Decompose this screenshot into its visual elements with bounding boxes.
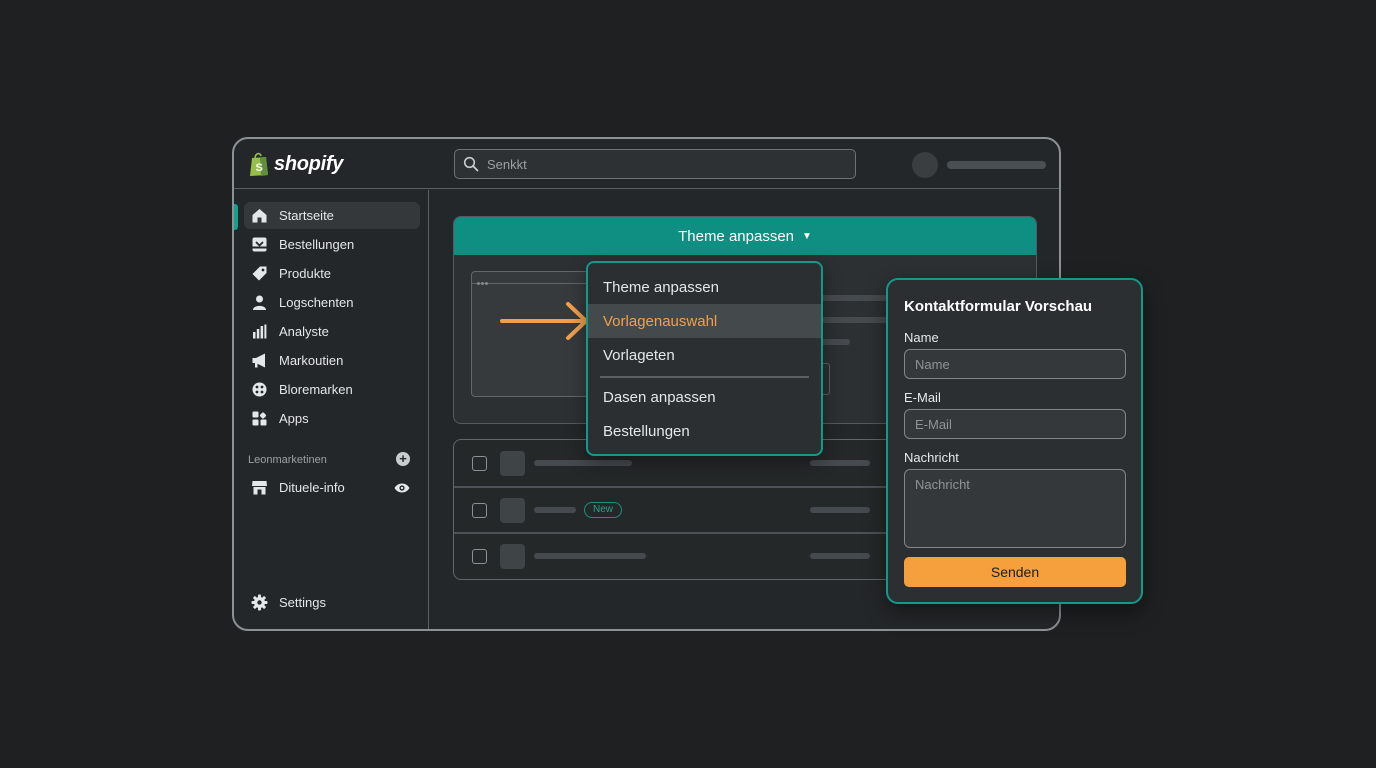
sidebar-item-apps[interactable]: Apps	[244, 405, 420, 432]
shopify-logo[interactable]: S shopify	[248, 151, 343, 177]
preview-window-bar	[472, 272, 588, 285]
sidebar-item-label: Settings	[279, 595, 326, 610]
message-label: Nachricht	[904, 450, 959, 465]
sidebar-item-label: Bestellungen	[279, 237, 355, 252]
search-input[interactable]	[487, 156, 827, 172]
search-bar[interactable]	[454, 149, 856, 179]
row-checkbox[interactable]	[472, 502, 487, 518]
menu-divider	[600, 376, 809, 378]
row-title-placeholder	[534, 553, 646, 559]
sidebar-item-label: Apps	[279, 411, 309, 426]
sidebar-item-label: Analyste	[279, 324, 329, 339]
sidebar-item-label: Bloremarken	[279, 382, 353, 397]
row-thumbnail	[500, 543, 525, 569]
send-button[interactable]: Senden	[904, 557, 1126, 587]
row-thumbnail	[500, 497, 525, 523]
chevron-down-icon: ▼	[802, 230, 812, 242]
bar-chart-icon	[253, 324, 267, 339]
message-field[interactable]	[904, 469, 1126, 548]
sidebar-item-produkte[interactable]: Produkte	[244, 260, 420, 287]
top-bar: S shopify	[234, 139, 1059, 189]
store-icon	[252, 481, 267, 495]
apps-icon	[252, 411, 267, 426]
row-checkbox[interactable]	[472, 455, 487, 471]
sidebar-item-label: Markoutien	[279, 353, 344, 368]
email-label: E-Mail	[904, 390, 941, 405]
arrow-right-icon	[500, 302, 588, 340]
theme-customize-button[interactable]: Theme anpassen ▼	[454, 217, 1036, 255]
sidebar: Startseite Bestellungen Produkte Logsche…	[234, 190, 429, 629]
table-row[interactable]: New	[454, 487, 912, 533]
eye-icon[interactable]	[394, 482, 410, 494]
sidebar-item-label: Produkte	[279, 266, 332, 281]
gear-icon	[251, 594, 268, 611]
table-row[interactable]	[454, 533, 912, 579]
shopify-bag-icon: S	[250, 152, 268, 176]
sidebar-item-markoutien[interactable]: Markoutien	[244, 347, 420, 374]
sales-channels-heading: Leonmarketinen	[248, 454, 327, 466]
name-field[interactable]	[904, 349, 1126, 379]
placeholder-line	[818, 317, 890, 323]
menu-item-theme-anpassen[interactable]: Theme anpassen	[588, 270, 821, 304]
menu-item-dasen-anpassen[interactable]: Dasen anpassen	[588, 380, 821, 414]
tag-icon	[252, 266, 267, 281]
email-field[interactable]	[904, 409, 1126, 439]
sidebar-item-label: Logschenten	[279, 295, 354, 310]
search-icon	[463, 156, 479, 172]
sidebar-item-bestellungen[interactable]: Bestellungen	[244, 231, 420, 258]
home-icon	[252, 209, 267, 223]
logo-text: shopify	[274, 152, 344, 175]
active-indicator	[234, 204, 238, 230]
inbox-icon	[252, 237, 267, 252]
sidebar-item-settings[interactable]: Settings	[244, 589, 420, 616]
svg-text:S: S	[256, 162, 263, 174]
add-channel-button[interactable]: +	[396, 452, 410, 466]
user-name-placeholder	[947, 161, 1046, 169]
row-thumbnail	[500, 450, 525, 476]
person-icon	[253, 295, 266, 310]
theme-header-label: Theme anpassen	[678, 227, 794, 245]
megaphone-icon	[252, 353, 265, 368]
discount-icon	[252, 382, 267, 397]
avatar[interactable]	[912, 152, 938, 178]
sidebar-item-label: Dituele-info	[279, 480, 345, 495]
menu-item-vorlageten[interactable]: Vorlageten	[588, 338, 821, 372]
menu-item-bestellungen[interactable]: Bestellungen	[588, 414, 821, 448]
row-meta-placeholder	[810, 553, 870, 559]
contact-form-preview: Kontaktformular Vorschau Name E-Mail Nac…	[886, 278, 1143, 604]
row-checkbox[interactable]	[472, 548, 487, 564]
sidebar-item-analyste[interactable]: Analyste	[244, 318, 420, 345]
row-title-placeholder	[534, 460, 632, 466]
name-label: Name	[904, 330, 939, 345]
product-list: New	[453, 439, 913, 580]
new-badge: New	[584, 502, 622, 518]
theme-dropdown-menu: Theme anpassen Vorlagenauswahl Vorlagete…	[586, 261, 823, 456]
menu-item-vorlagenauswahl[interactable]: Vorlagenauswahl	[588, 304, 821, 338]
row-meta-placeholder	[810, 507, 870, 513]
row-title-placeholder	[534, 507, 576, 513]
sidebar-item-label: Startseite	[279, 208, 334, 223]
sidebar-item-bloremarken[interactable]: Bloremarken	[244, 376, 420, 403]
sidebar-item-startseite[interactable]: Startseite	[244, 202, 420, 229]
form-title: Kontaktformular Vorschau	[904, 298, 1093, 315]
row-meta-placeholder	[810, 460, 870, 466]
sidebar-item-logschenten[interactable]: Logschenten	[244, 289, 420, 316]
